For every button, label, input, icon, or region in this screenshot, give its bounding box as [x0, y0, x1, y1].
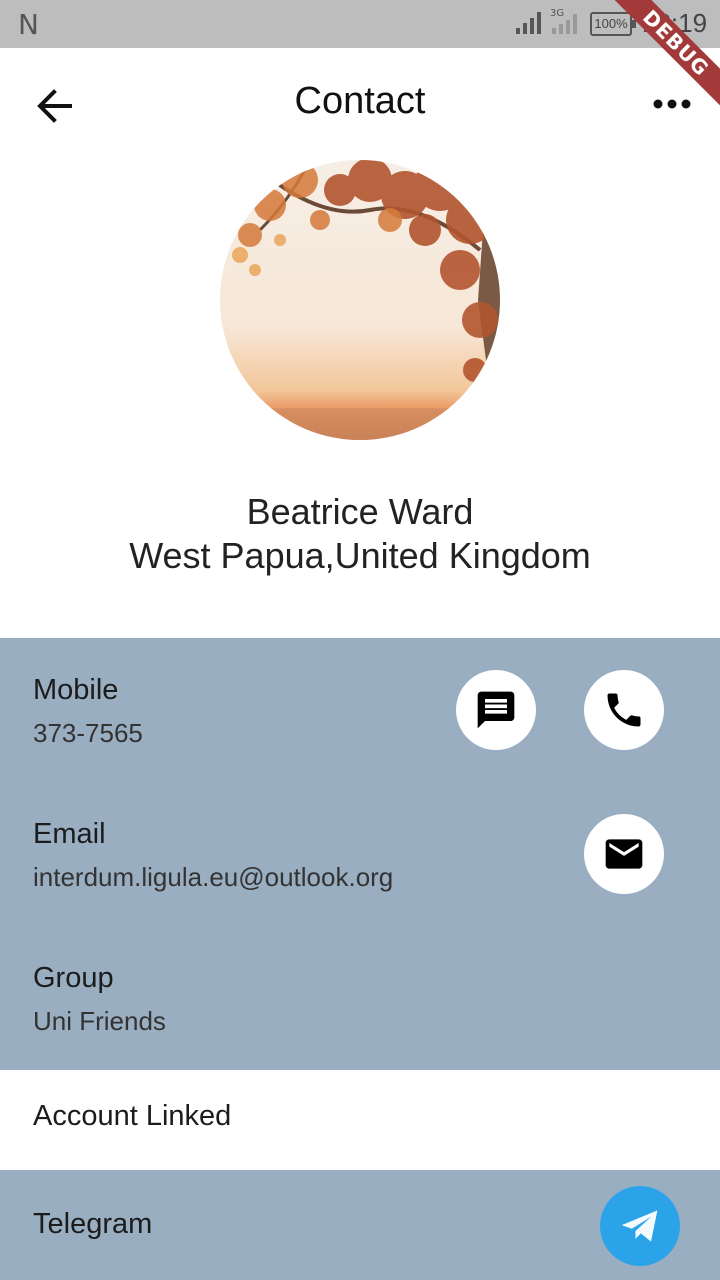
linked-account-telegram[interactable]: Telegram	[0, 1170, 720, 1280]
call-button[interactable]	[584, 670, 664, 750]
network-label: 3G	[550, 8, 564, 19]
account-linked-heading: Account Linked	[33, 1100, 232, 1132]
telegram-icon	[621, 1210, 658, 1242]
group-value: Uni Friends	[33, 1006, 166, 1036]
telegram-label: Telegram	[33, 1208, 153, 1240]
group-label: Group	[33, 962, 114, 994]
message-button[interactable]	[456, 670, 536, 750]
email-label: Email	[33, 818, 106, 850]
contact-name: Beatrice Ward	[246, 491, 474, 532]
contact-location: West Papua,United Kingdom	[129, 535, 591, 576]
avatar-photo	[220, 160, 500, 440]
signal-icon	[516, 12, 541, 34]
page-title: Contact	[294, 80, 426, 122]
message-icon	[477, 691, 515, 729]
signal-3g-icon: 3G	[550, 8, 577, 34]
more-options-button[interactable]	[648, 90, 696, 122]
email-value[interactable]: interdum.ligula.eu@outlook.org	[33, 862, 393, 893]
mobile-label: Mobile	[33, 674, 119, 706]
avatar	[220, 160, 500, 440]
mobile-value[interactable]: 373-7565	[33, 718, 143, 749]
contact-details: Mobile 373-7565 Email interdum.ligula.eu…	[0, 638, 720, 1070]
telegram-button[interactable]	[600, 1186, 680, 1266]
mail-icon	[605, 839, 643, 869]
email-button[interactable]	[584, 814, 664, 894]
phone-icon	[607, 693, 641, 727]
notification-icon: N	[18, 8, 39, 41]
more-horiz-icon	[653, 99, 691, 109]
app-bar: Contact	[0, 48, 720, 160]
